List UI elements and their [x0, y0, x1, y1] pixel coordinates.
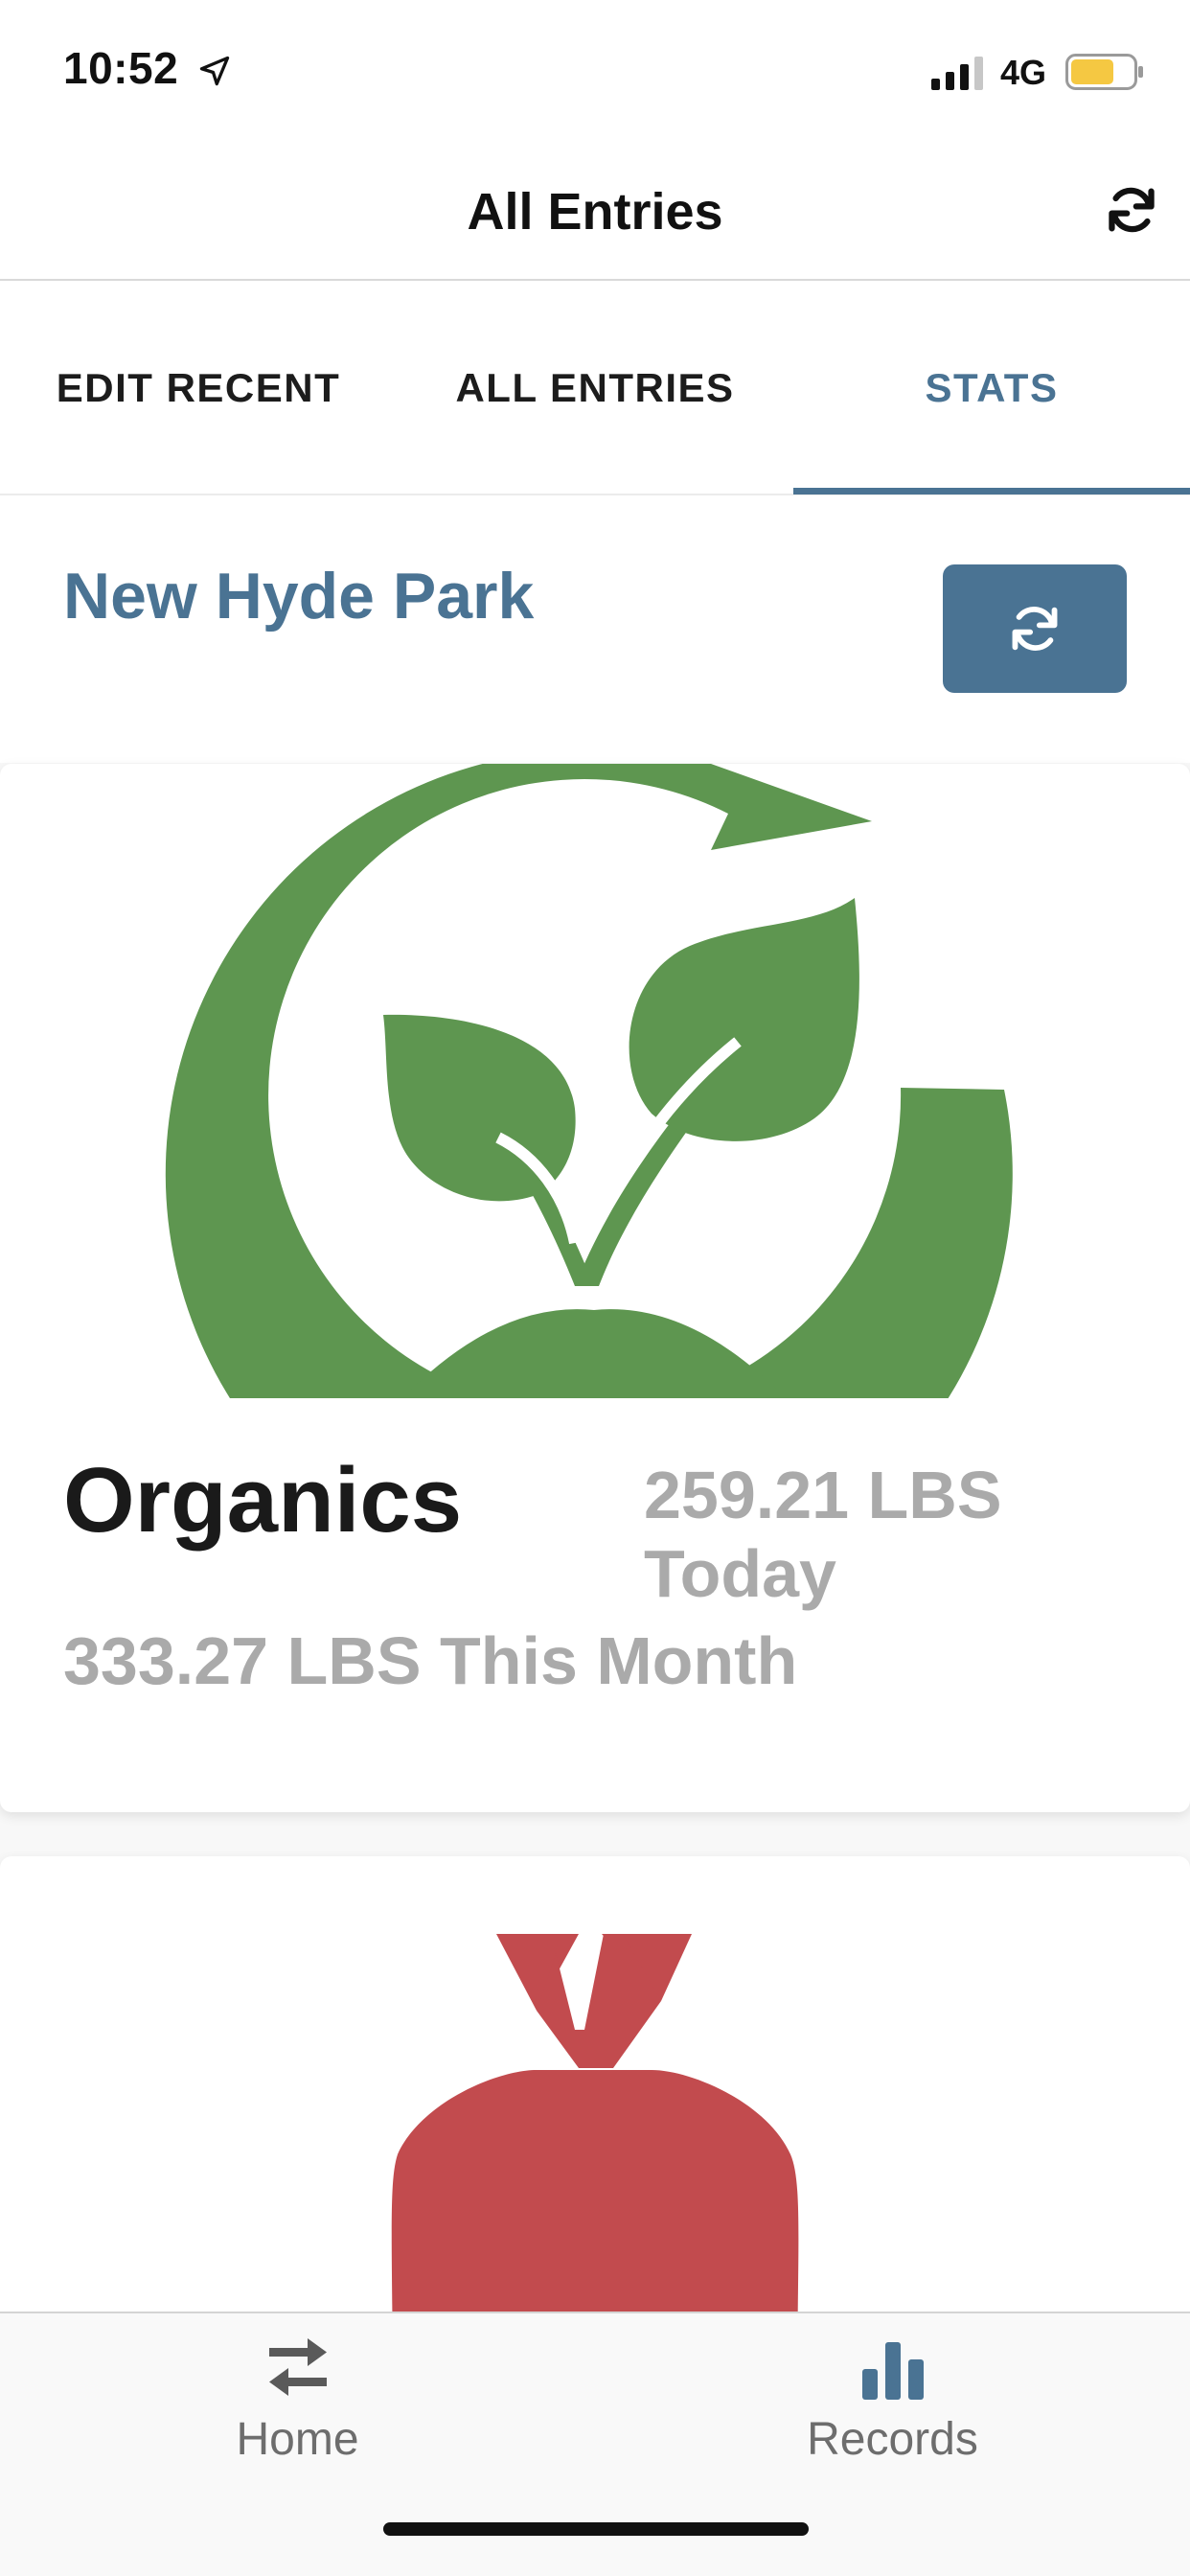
home-indicator[interactable] — [383, 2522, 809, 2536]
refresh-icon — [1012, 607, 1058, 651]
bottom-tab-home[interactable]: Home — [0, 2313, 595, 2505]
card-title: Organics — [63, 1449, 463, 1552]
location-title: New Hyde Park — [63, 560, 535, 632]
navigation-bar: All Entries — [0, 144, 1190, 281]
bar-chart-icon — [861, 2342, 924, 2400]
stat-today: 259.21 LBS Today — [644, 1458, 1002, 1611]
location-refresh-button[interactable] — [943, 564, 1127, 693]
stat-card-trash[interactable] — [0, 1856, 1190, 2312]
active-tab-indicator — [793, 488, 1190, 494]
tab-edit-recent[interactable]: EDIT RECENT — [0, 283, 397, 494]
top-tab-bar: EDIT RECENT ALL ENTRIES STATS — [0, 283, 1190, 495]
battery-icon — [1065, 54, 1143, 90]
bottom-tab-label: Records — [807, 2414, 978, 2465]
tab-all-entries[interactable]: ALL ENTRIES — [397, 283, 793, 494]
organics-sprout-icon — [165, 764, 1013, 1398]
bottom-tab-bar: Home Records — [0, 2312, 1190, 2576]
refresh-icon[interactable] — [1104, 182, 1159, 238]
signal-bars-icon — [931, 57, 983, 90]
bottom-tab-label: Home — [236, 2414, 359, 2465]
location-arrow-icon — [199, 56, 230, 86]
page-title: All Entries — [467, 183, 723, 241]
swap-arrows-icon — [268, 2338, 327, 2396]
stat-card-organics[interactable]: Organics 259.21 LBS Today 333.27 LBS Thi… — [0, 764, 1190, 1812]
trash-bag-icon — [391, 1934, 799, 2312]
stat-month: 333.27 LBS This Month — [63, 1623, 798, 1698]
status-bar: 10:52 4G — [0, 0, 1190, 144]
tab-stats[interactable]: STATS — [793, 283, 1190, 494]
status-time: 10:52 — [63, 43, 179, 93]
network-label: 4G — [1000, 53, 1047, 92]
location-header: New Hyde Park — [0, 497, 1190, 763]
bottom-tab-records[interactable]: Records — [595, 2313, 1190, 2505]
stats-content[interactable]: New Hyde Park Organics 259.21 LBS Today … — [0, 497, 1190, 2312]
